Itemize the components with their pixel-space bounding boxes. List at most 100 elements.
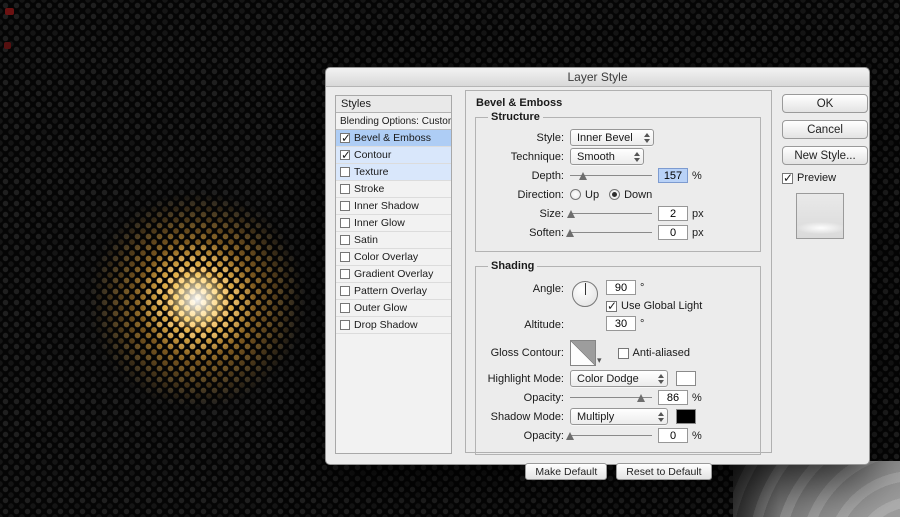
styles-list-item[interactable]: Gradient Overlay — [336, 266, 451, 283]
styles-list-item[interactable]: Bevel & Emboss — [336, 130, 451, 147]
soften-input[interactable] — [658, 225, 688, 240]
direction-down-radio[interactable] — [609, 189, 621, 200]
angle-input[interactable] — [606, 280, 636, 295]
defaults-footer: Make Default Reset to Default — [473, 463, 764, 480]
layer-style-dialog: Layer Style Styles Blending Options: Cus… — [325, 67, 870, 480]
highlight-mode-row: Highlight Mode: Color Dodge — [484, 370, 752, 387]
style-row: Style: Inner Bevel — [484, 129, 752, 146]
dropdown-arrows-icon — [634, 152, 640, 162]
use-global-light-row: Use Global Light — [606, 299, 712, 313]
soften-field-label: Soften: — [529, 226, 564, 239]
angle-unit: ° — [640, 282, 645, 294]
depth-input[interactable] — [658, 168, 688, 183]
style-enable-checkbox[interactable] — [340, 269, 350, 279]
direction-row: Direction: Up Down — [484, 187, 752, 202]
slider-thumb[interactable] — [566, 229, 574, 237]
styles-list-item[interactable]: Texture — [336, 164, 451, 181]
use-global-light-checkbox[interactable] — [606, 299, 617, 313]
altitude-unit: ° — [640, 318, 645, 330]
size-field-label: Size: — [539, 207, 564, 220]
shadow-opacity-label: Opacity: — [523, 429, 564, 442]
contour-dropdown-arrow-icon[interactable]: ▾ — [597, 355, 602, 366]
shadow-mode-label: Shadow Mode: — [490, 410, 564, 423]
style-item-label: Color Overlay — [354, 251, 419, 263]
highlight-mode-dropdown[interactable]: Color Dodge — [570, 370, 668, 387]
reset-to-default-button[interactable]: Reset to Default — [616, 463, 712, 480]
new-style-button[interactable]: New Style... — [782, 146, 868, 165]
style-enable-checkbox[interactable] — [340, 303, 350, 313]
slider-track — [570, 232, 652, 233]
shadow-opacity-slider[interactable] — [566, 429, 652, 442]
styles-list-item[interactable]: Satin — [336, 232, 451, 249]
styles-list-item[interactable]: Outer Glow — [336, 300, 451, 317]
direction-down-label: Down — [624, 188, 653, 201]
style-enable-checkbox[interactable] — [340, 167, 350, 177]
angle-dial[interactable] — [572, 281, 598, 307]
style-enable-checkbox[interactable] — [340, 131, 351, 145]
direction-up-radio[interactable] — [570, 189, 581, 200]
highlight-color-swatch[interactable] — [676, 371, 696, 386]
slider-track — [570, 213, 652, 214]
soften-unit: px — [692, 226, 704, 239]
depth-slider[interactable] — [570, 169, 652, 182]
size-slider[interactable] — [566, 207, 652, 220]
slider-thumb[interactable] — [579, 172, 588, 180]
ok-button[interactable]: OK — [782, 94, 868, 113]
altitude-field-label: Altitude: — [524, 319, 564, 331]
dialog-titlebar[interactable]: Layer Style — [326, 68, 869, 87]
anti-aliased-label: Anti-aliased — [632, 347, 691, 359]
anti-aliased-checkbox[interactable] — [617, 347, 629, 359]
size-unit: px — [692, 207, 704, 220]
shadow-mode-dropdown[interactable]: Multiply — [570, 408, 668, 425]
gloss-contour-picker[interactable] — [570, 340, 596, 366]
style-item-label: Satin — [354, 234, 378, 246]
style-dropdown[interactable]: Inner Bevel — [570, 129, 654, 146]
style-item-label: Gradient Overlay — [354, 268, 434, 280]
style-enable-checkbox[interactable] — [340, 218, 350, 228]
dialog-title: Layer Style — [567, 70, 628, 84]
highlight-opacity-input[interactable] — [658, 390, 688, 405]
style-item-label: Stroke — [354, 183, 385, 195]
styles-list-item[interactable]: Contour — [336, 147, 451, 164]
technique-dropdown[interactable]: Smooth — [570, 148, 644, 165]
shadow-opacity-input[interactable] — [658, 428, 688, 443]
preview-checkbox[interactable] — [782, 171, 793, 185]
style-item-label: Inner Shadow — [354, 200, 419, 212]
angle-field-label: Angle: — [532, 283, 564, 295]
styles-panel: Styles Blending Options: Custom Bevel & … — [335, 95, 452, 454]
highlight-opacity-slider[interactable] — [570, 391, 652, 404]
styles-list-item[interactable]: Pattern Overlay — [336, 283, 451, 300]
style-enable-checkbox[interactable] — [340, 286, 350, 296]
style-enable-checkbox[interactable] — [340, 184, 350, 194]
slider-thumb[interactable] — [636, 394, 645, 402]
styles-list-item[interactable]: Inner Shadow — [336, 198, 451, 215]
style-enable-checkbox[interactable] — [340, 320, 350, 330]
cancel-button[interactable]: Cancel — [782, 120, 868, 139]
style-enable-checkbox[interactable] — [340, 148, 351, 162]
altitude-input[interactable] — [606, 316, 636, 331]
styles-list-item[interactable]: Color Overlay — [336, 249, 451, 266]
shadow-color-swatch[interactable] — [676, 409, 696, 424]
gloss-contour-label: Gloss Contour: — [490, 347, 564, 359]
technique-dropdown-value: Smooth — [577, 150, 615, 163]
slider-track — [570, 435, 652, 436]
styles-list-item[interactable]: Drop Shadow — [336, 317, 451, 334]
dropdown-arrows-icon — [658, 374, 664, 384]
slider-thumb[interactable] — [566, 432, 574, 440]
style-enable-checkbox[interactable] — [340, 201, 350, 211]
shading-group: Shading Angle: ° Use Global Light Altitu… — [475, 260, 761, 455]
size-input[interactable] — [658, 206, 688, 221]
style-item-label: Outer Glow — [354, 302, 408, 314]
size-row: Size: px — [484, 206, 752, 221]
depth-row: Depth: % — [484, 168, 752, 183]
soften-slider[interactable] — [566, 226, 652, 239]
styles-list-item[interactable]: Stroke — [336, 181, 451, 198]
slider-thumb[interactable] — [566, 210, 575, 218]
direction-up-label: Up — [585, 188, 600, 201]
style-enable-checkbox[interactable] — [340, 252, 350, 262]
style-enable-checkbox[interactable] — [340, 235, 350, 245]
styles-list-item[interactable]: Inner Glow — [336, 215, 451, 232]
soften-row: Soften: px — [484, 225, 752, 240]
blending-options-row[interactable]: Blending Options: Custom — [336, 113, 451, 130]
make-default-button[interactable]: Make Default — [525, 463, 608, 480]
